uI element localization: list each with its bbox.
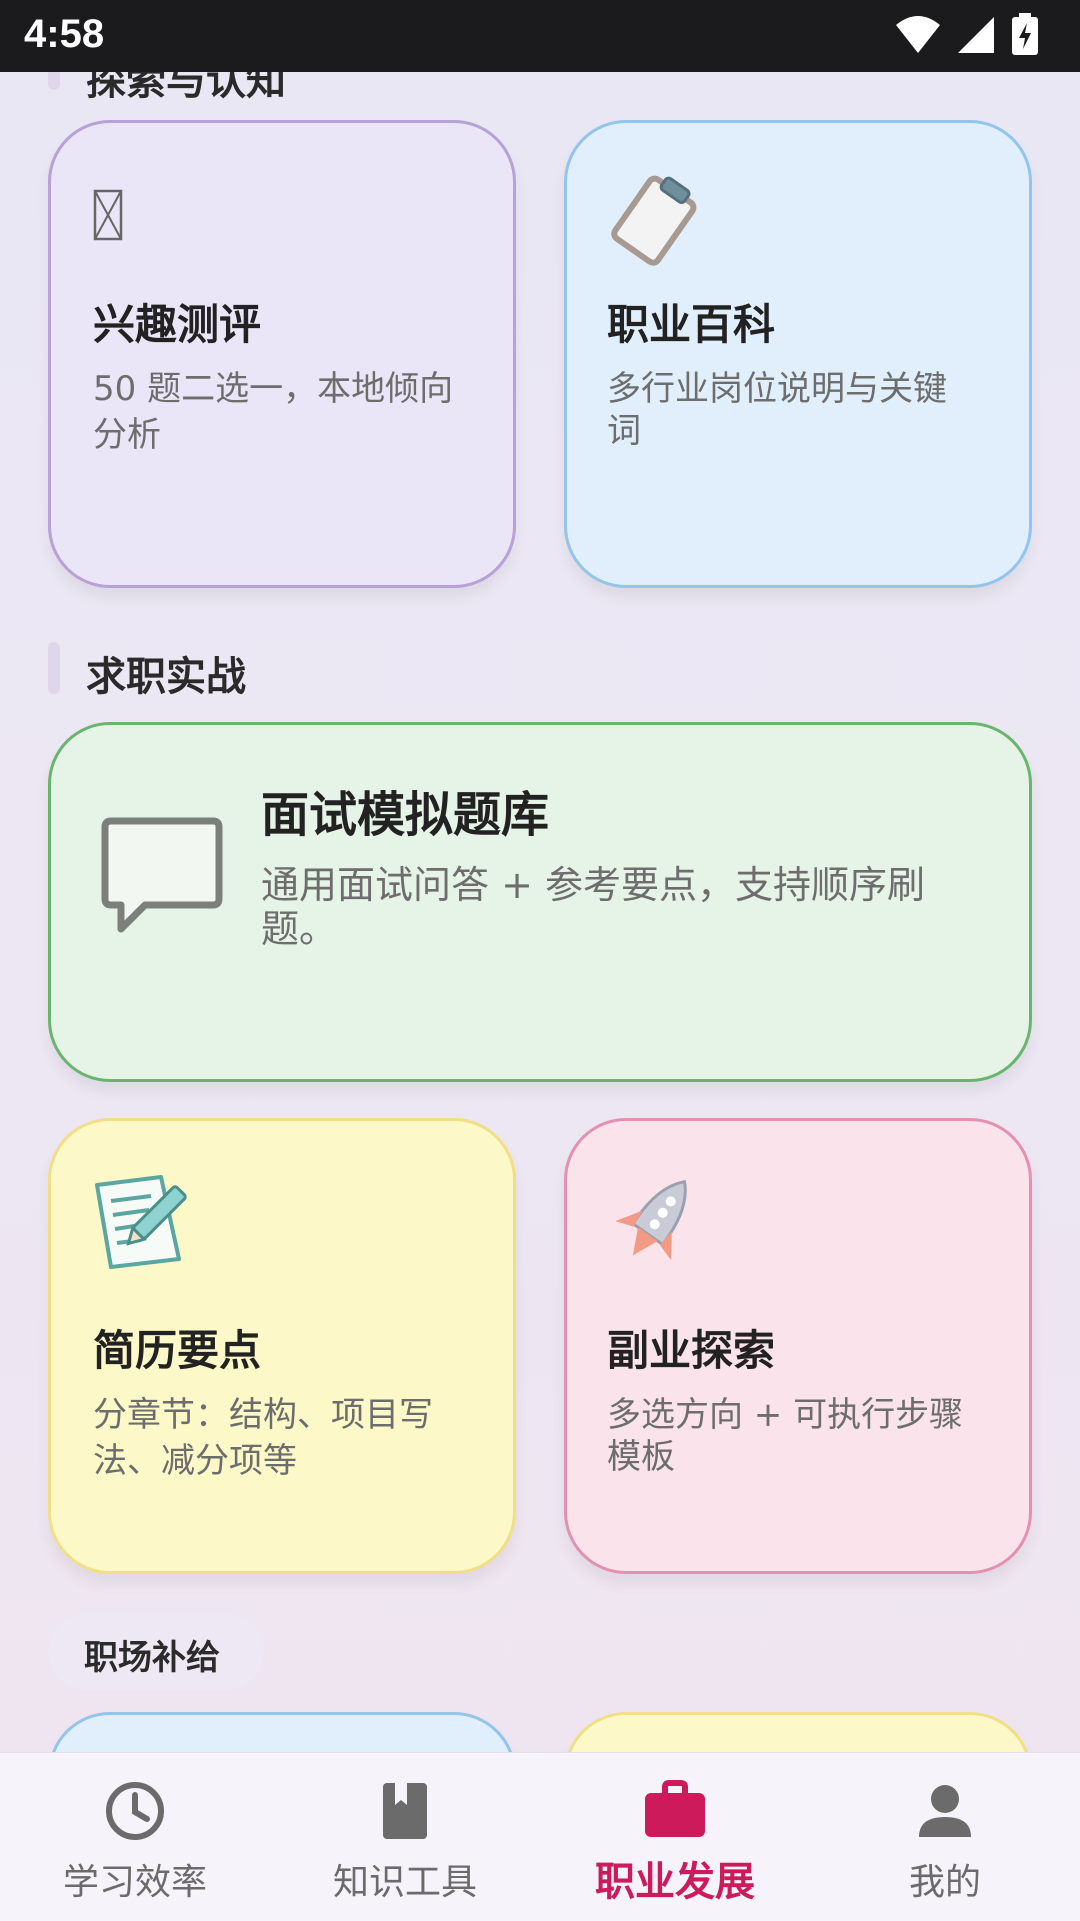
nav-item-mine[interactable]: 我的	[810, 1753, 1080, 1921]
clock-icon	[106, 1782, 164, 1840]
memo-pencil-icon	[95, 1175, 187, 1269]
card-desc-line1: 分章节：结构、项目写	[93, 1395, 433, 1435]
card-title: 面试模拟题库	[261, 787, 550, 843]
cell-signal-icon	[958, 17, 994, 53]
section-accent-bar	[48, 72, 60, 90]
card-title: 兴趣测评	[93, 300, 262, 349]
card-desc-line1: 通用面试问答 + 参考要点，支持顺序刷	[261, 863, 925, 907]
speech-bubble-icon	[101, 817, 223, 933]
person-icon	[919, 1785, 971, 1837]
side-job-card[interactable]: 副业探索 多选方向 + 可执行步骤 模板	[564, 1118, 1032, 1574]
section-accent-bar	[48, 642, 60, 694]
card-desc-line1: 多行业岗位说明与关键	[607, 369, 947, 409]
book-icon	[383, 1783, 427, 1839]
nav-item-career[interactable]: 职业发展	[540, 1753, 810, 1921]
interview-bank-card[interactable]: 面试模拟题库 通用面试问答 + 参考要点，支持顺序刷 题。	[48, 722, 1032, 1082]
battery-icon	[1012, 13, 1038, 55]
nav-label: 学习效率	[62, 1862, 207, 1903]
card-desc-line2: 词	[607, 411, 641, 451]
nav-label: 我的	[908, 1862, 981, 1903]
card-title: 职业百科	[607, 300, 776, 349]
briefcase-icon	[645, 1780, 705, 1837]
nav-item-study[interactable]: 学习效率	[0, 1753, 270, 1921]
content-scroll[interactable]: 探索与认知 兴趣测评 50 题二选一，本地倾向 分析 职业百科 多行业岗位说明与…	[0, 72, 1080, 1752]
card-desc-line2: 模板	[607, 1437, 675, 1477]
wifi-icon	[896, 16, 940, 53]
section-title-explore: 探索与认知	[86, 72, 286, 104]
resume-tips-card[interactable]: 简历要点 分章节：结构、项目写 法、减分项等	[48, 1118, 516, 1574]
bottom-navigation: 学习效率 知识工具 职业发展 我的	[0, 1752, 1080, 1921]
interest-test-card[interactable]: 兴趣测评 50 题二选一，本地倾向 分析	[48, 120, 516, 588]
status-time: 4:58	[24, 12, 105, 56]
card-desc-line2: 法、减分项等	[93, 1441, 297, 1481]
broken-image-icon	[93, 189, 123, 241]
career-encyclopedia-card[interactable]: 职业百科 多行业岗位说明与关键 词	[564, 120, 1032, 588]
card-title: 简历要点	[93, 1326, 262, 1375]
card-desc-line2: 分析	[93, 415, 161, 455]
nav-label-active: 职业发展	[595, 1859, 755, 1905]
status-bar: 4:58	[0, 0, 1080, 72]
card-title: 副业探索	[607, 1326, 776, 1375]
rocket-icon	[615, 1179, 687, 1261]
clipboard-icon	[611, 175, 697, 266]
nav-label: 知识工具	[332, 1862, 477, 1903]
supply-card-right[interactable]	[564, 1712, 1032, 1752]
card-desc-line1: 多选方向 + 可执行步骤	[607, 1395, 964, 1435]
supply-card-left[interactable]	[48, 1712, 516, 1752]
card-desc-line2: 题。	[261, 907, 338, 951]
card-desc-line1: 50 题二选一，本地倾向	[93, 369, 454, 409]
section-chip-supply: 职场补给	[48, 1614, 264, 1690]
status-icons	[894, 12, 1040, 58]
section-chip-label: 职场补给	[84, 1638, 220, 1678]
section-title-practice: 求职实战	[86, 654, 246, 700]
nav-item-tools[interactable]: 知识工具	[270, 1753, 540, 1921]
